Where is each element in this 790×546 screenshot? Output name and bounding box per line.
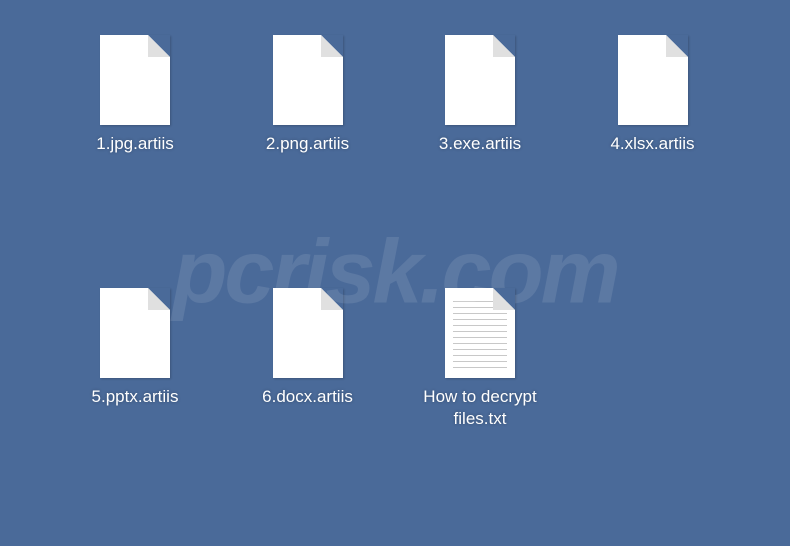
- file-label: 5.pptx.artiis: [92, 386, 179, 408]
- file-item[interactable]: How to decrypt files.txt: [395, 283, 565, 516]
- file-label: 4.xlsx.artiis: [610, 133, 694, 155]
- file-item[interactable]: 1.jpg.artiis: [50, 30, 220, 263]
- file-icon: [445, 35, 515, 125]
- file-item[interactable]: 6.docx.artiis: [223, 283, 393, 516]
- file-icon: [100, 35, 170, 125]
- file-item[interactable]: 2.png.artiis: [223, 30, 393, 263]
- file-label: 3.exe.artiis: [439, 133, 521, 155]
- text-file-icon: [445, 288, 515, 378]
- file-icon: [273, 35, 343, 125]
- file-label: How to decrypt files.txt: [405, 386, 555, 430]
- file-label: 6.docx.artiis: [262, 386, 353, 408]
- desktop-area[interactable]: 1.jpg.artiis 2.png.artiis 3.exe.artiis 4…: [0, 0, 790, 546]
- file-item[interactable]: 4.xlsx.artiis: [568, 30, 738, 263]
- file-icon: [100, 288, 170, 378]
- file-label: 2.png.artiis: [266, 133, 349, 155]
- file-item[interactable]: 3.exe.artiis: [395, 30, 565, 263]
- file-icon: [618, 35, 688, 125]
- file-label: 1.jpg.artiis: [96, 133, 173, 155]
- file-icon: [273, 288, 343, 378]
- file-item[interactable]: 5.pptx.artiis: [50, 283, 220, 516]
